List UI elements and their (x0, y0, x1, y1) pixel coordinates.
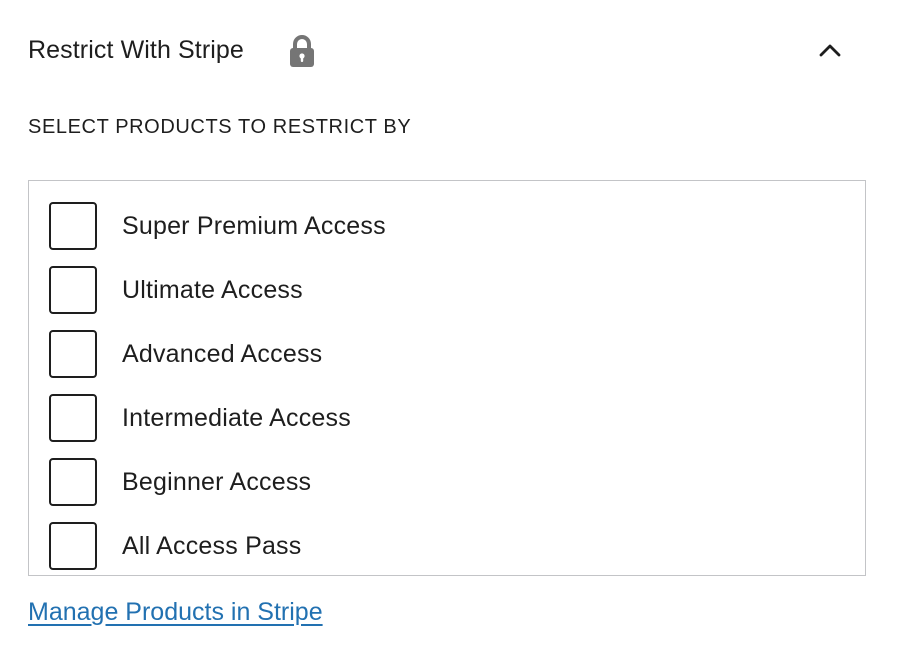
product-label: Beginner Access (122, 468, 312, 496)
manage-products-link[interactable]: Manage Products in Stripe (28, 598, 323, 627)
product-label: Ultimate Access (122, 276, 303, 304)
product-option-super-premium-access[interactable]: Super Premium Access (49, 202, 829, 250)
collapse-panel-button[interactable] (814, 34, 846, 66)
product-checkbox[interactable] (49, 202, 97, 250)
product-checkbox[interactable] (49, 458, 97, 506)
product-list[interactable]: Super Premium Access Ultimate Access Adv… (28, 180, 866, 576)
product-checkbox[interactable] (49, 394, 97, 442)
product-label: All Access Pass (122, 532, 302, 560)
product-option-intermediate-access[interactable]: Intermediate Access (49, 394, 829, 442)
product-option-all-access-pass[interactable]: All Access Pass (49, 522, 829, 570)
panel-header: Restrict With Stripe (28, 30, 848, 74)
chevron-up-icon (819, 44, 841, 57)
product-checkbox[interactable] (49, 522, 97, 570)
lock-icon (288, 34, 316, 68)
product-label: Advanced Access (122, 340, 323, 368)
product-label: Super Premium Access (122, 212, 386, 240)
product-checkbox[interactable] (49, 330, 97, 378)
product-option-advanced-access[interactable]: Advanced Access (49, 330, 829, 378)
panel-title: Restrict With Stripe (28, 36, 244, 64)
product-option-ultimate-access[interactable]: Ultimate Access (49, 266, 829, 314)
section-label: SELECT PRODUCTS TO RESTRICT BY (28, 116, 412, 138)
product-checkbox[interactable] (49, 266, 97, 314)
product-label: Intermediate Access (122, 404, 351, 432)
product-option-beginner-access[interactable]: Beginner Access (49, 458, 829, 506)
